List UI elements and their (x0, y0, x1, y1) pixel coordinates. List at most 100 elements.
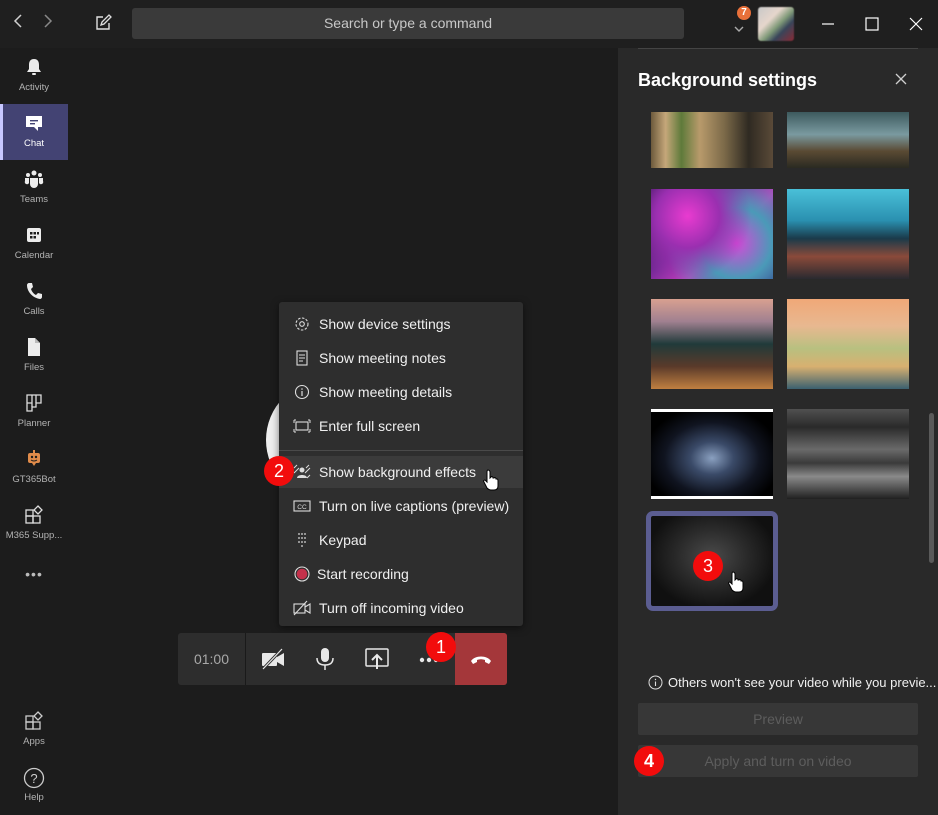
menu-item-live-captions[interactable]: CC Turn on live captions (preview) (279, 490, 523, 522)
menu-divider (279, 450, 523, 451)
app-rail: Activity Chat Teams Calendar Calls Files… (0, 48, 68, 815)
chevron-left-icon (13, 14, 22, 28)
keypad-icon (298, 533, 306, 547)
rail-label: Help (24, 792, 44, 803)
bell-icon (27, 59, 41, 75)
rail-label: Planner (17, 418, 51, 429)
background-thumbnail-illustrated-landscape[interactable] (787, 299, 909, 389)
captions-icon: CC (293, 500, 311, 512)
rail-item-help[interactable]: ? Help (0, 758, 68, 814)
chevron-right-icon (44, 14, 53, 28)
background-thumbnail-blue-fractal-swirl[interactable] (651, 409, 773, 499)
menu-item-full-screen[interactable]: Enter full screen (279, 410, 523, 442)
back-button[interactable] (8, 12, 28, 34)
background-effects-icon (293, 464, 311, 479)
camera-off-button[interactable] (260, 647, 286, 671)
menu-item-meeting-details[interactable]: Show meeting details (279, 376, 523, 408)
chat-icon (26, 116, 42, 131)
rail-item-activity[interactable]: Activity (0, 48, 68, 104)
notification-badge: 7 (737, 6, 751, 20)
phone-hangup-icon (471, 656, 491, 664)
menu-item-label: Start recording (317, 566, 409, 582)
background-thumbnail-alley-village[interactable] (651, 112, 773, 168)
rail-label: Activity (18, 82, 50, 93)
search-input[interactable]: Search or type a command (132, 8, 684, 39)
step-marker-4: 4 (634, 746, 664, 776)
fullscreen-icon (293, 419, 311, 433)
svg-text:CC: CC (297, 504, 307, 511)
phone-icon (27, 283, 42, 299)
teams-icon (24, 170, 44, 188)
gear-icon (295, 317, 309, 331)
rail-label: M365 Supp... (5, 530, 63, 541)
menu-item-keypad[interactable]: Keypad (279, 524, 523, 556)
close-panel-button[interactable] (894, 72, 908, 86)
step-marker-1: 1 (426, 632, 456, 662)
step-marker-2: 2 (264, 456, 294, 486)
share-screen-button[interactable] (364, 647, 390, 671)
record-icon (294, 566, 310, 582)
background-thumbnail-alien-coast-moon[interactable] (787, 189, 909, 279)
apps-icon (25, 711, 43, 730)
thumbnail-image (651, 412, 773, 496)
rail-label: Apps (23, 736, 45, 747)
video-off-icon (293, 600, 311, 616)
scrollbar[interactable] (929, 413, 934, 563)
compose-icon (96, 14, 112, 30)
info-icon (294, 384, 310, 400)
menu-item-label: Show meeting details (319, 384, 453, 400)
rail-label: Teams (20, 194, 48, 205)
planner-icon (26, 394, 42, 412)
rail-label: Calls (23, 306, 45, 317)
menu-item-label: Turn off incoming video (319, 600, 464, 616)
close-icon (909, 17, 923, 31)
forward-button[interactable] (38, 12, 58, 34)
more-icon: ••• (25, 566, 43, 582)
rail-label: Calendar (14, 250, 54, 261)
rail-item-files[interactable]: Files (0, 328, 68, 384)
menu-item-label: Show background effects (319, 464, 476, 480)
background-thumbnail-cyberpunk-street[interactable] (651, 299, 773, 389)
menu-item-meeting-notes[interactable]: Show meeting notes (279, 342, 523, 374)
hand-cursor-icon (483, 469, 499, 491)
menu-item-turn-off-incoming-video[interactable]: Turn off incoming video (279, 592, 523, 624)
rail-item-calls[interactable]: Calls (0, 272, 68, 328)
rail-label: Files (23, 362, 45, 373)
minimize-icon (822, 23, 834, 25)
rail-item-apps[interactable]: Apps (0, 702, 68, 758)
background-thumbnail-pink-nebula[interactable] (651, 189, 773, 279)
background-thumbnail-sci-fi-canyon[interactable] (787, 112, 909, 168)
preview-button[interactable]: Preview (638, 703, 918, 735)
apply-and-turn-on-video-button[interactable]: Apply and turn on video (638, 745, 918, 777)
hang-up-button[interactable] (455, 633, 507, 685)
compose-button[interactable] (94, 14, 112, 32)
close-window-button[interactable] (906, 14, 926, 34)
minimize-button[interactable] (818, 14, 838, 34)
menu-item-device-settings[interactable]: Show device settings (279, 308, 523, 340)
maximize-button[interactable] (862, 14, 882, 34)
microphone-button[interactable] (312, 647, 338, 671)
user-avatar[interactable] (758, 7, 794, 41)
call-controls: 01:00 (178, 633, 507, 685)
rail-item-gt365bot[interactable]: GT365Bot (0, 440, 68, 496)
rail-item-m365-support[interactable]: M365 Supp... (0, 496, 68, 552)
menu-item-label: Enter full screen (319, 418, 421, 434)
rail-item-chat[interactable]: Chat (0, 104, 68, 160)
rail-item-calendar[interactable]: Calendar (0, 216, 68, 272)
more-options-menu: Show device settings Show meeting notes … (279, 302, 523, 626)
panel-divider (638, 48, 918, 49)
rail-item-planner[interactable]: Planner (0, 384, 68, 440)
menu-item-label: Show meeting notes (319, 350, 446, 366)
menu-item-start-recording[interactable]: Start recording (279, 558, 523, 590)
title-bar: Search or type a command 7 (0, 0, 938, 48)
calendar-icon (27, 228, 41, 242)
file-icon (28, 338, 40, 356)
menu-item-label: Keypad (319, 532, 367, 548)
notes-icon (296, 350, 308, 366)
maximize-icon (865, 17, 879, 31)
hand-cursor-icon (728, 571, 744, 593)
more-apps-button[interactable]: ••• (0, 562, 68, 598)
rail-item-teams[interactable]: Teams (0, 160, 68, 216)
bot-icon (28, 450, 40, 466)
background-thumbnail-space-station-bridge[interactable] (787, 409, 909, 499)
